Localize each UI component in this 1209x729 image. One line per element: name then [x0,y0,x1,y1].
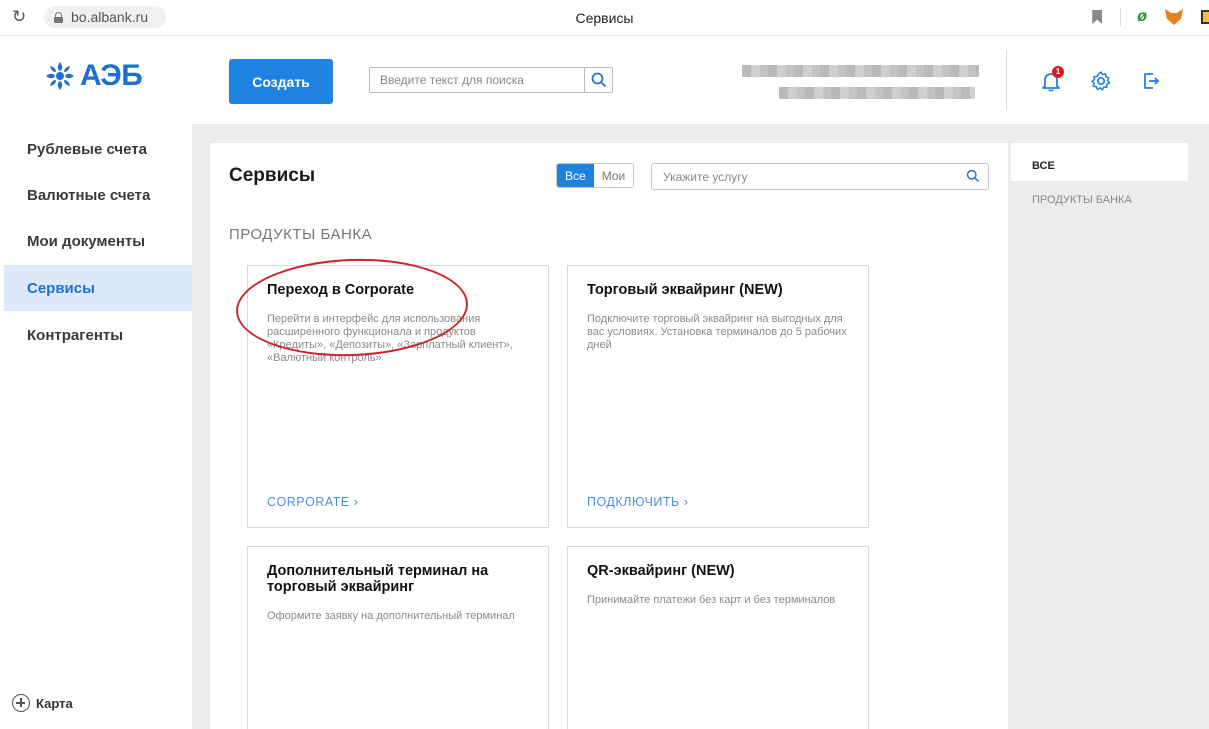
map-button[interactable]: Карта [12,694,73,712]
extension-leaf-icon[interactable]: ø [1137,8,1147,26]
create-button[interactable]: Создать [229,59,333,104]
settings-button[interactable] [1090,70,1112,92]
card-link-label: CORPORATE [267,495,350,509]
gear-icon [1091,71,1111,91]
card-title: Переход в Corporate [267,282,415,298]
card-description: Принимайте платежи без карт и без термин… [587,594,836,606]
user-name-redacted [742,65,979,77]
sidebar-item-currency-accounts[interactable]: Валютные счета [4,172,192,218]
category-bank-products[interactable]: ПРОДУКТЫ БАНКА [1032,194,1132,206]
bank-logo[interactable]: АЭБ [44,59,143,93]
filter-all-button[interactable]: Все [557,164,594,187]
connect-link[interactable]: ПОДКЛЮЧИТЬ › [587,495,688,509]
notifications-button[interactable]: 1 [1040,66,1064,92]
browser-toolbar: ↻ bo.albank.ru Сервисы ø [0,0,1209,36]
global-search-input[interactable] [370,68,585,92]
search-icon [591,72,606,88]
extension-fox-icon[interactable] [1165,9,1183,25]
extension-wallet-icon[interactable] [1201,10,1209,24]
card-description: Перейти в интерфейс для использования ра… [267,313,513,364]
logout-button[interactable] [1140,70,1162,92]
card-title: QR-эквайринг (NEW) [587,563,735,579]
card-title: Дополнительный терминал на торговый эква… [267,563,489,595]
category-all[interactable]: ВСЕ [1011,143,1188,181]
services-filter-toggle: Все Мои [556,163,635,188]
bookmark-icon[interactable] [1092,10,1103,24]
sidebar-item-services[interactable]: Сервисы [4,265,192,311]
card-description: Оформите заявку на дополнительный термин… [267,610,515,622]
global-search [369,67,613,93]
card-link-label: ПОДКЛЮЧИТЬ [587,495,680,509]
map-label: Карта [36,695,73,711]
filter-mine-button[interactable]: Мои [593,164,634,187]
card-title: Торговый эквайринг (NEW) [587,282,783,298]
global-search-button[interactable] [584,68,612,92]
service-card-acquiring[interactable]: Торговый эквайринг (NEW) Подключите торг… [567,265,869,528]
service-search-input[interactable] [652,164,952,189]
plus-circle-icon [12,694,30,712]
app-header: АЭБ Создать 1 [0,37,1209,124]
tab-title: Сервисы [575,10,634,26]
company-name-redacted [779,87,975,99]
service-card-qr-acquiring[interactable]: QR-эквайринг (NEW) Принимайте платежи бе… [567,546,869,729]
user-info-redacted [742,65,979,99]
chevron-right-icon: › [353,495,359,509]
header-divider [1006,49,1007,111]
corporate-link[interactable]: CORPORATE › [267,495,358,509]
card-description: Подключите торговый эквайринг на выгодны… [587,313,847,351]
search-icon[interactable] [966,169,980,183]
sidebar: Рублевые счета Валютные счета Мои докуме… [0,124,192,729]
service-card-corporate[interactable]: Переход в Corporate Перейти в интерфейс … [247,265,549,528]
service-search [651,163,989,190]
page-title: Сервисы [229,165,316,186]
logo-text: АЭБ [80,59,143,92]
sidebar-item-counterparties[interactable]: Контрагенты [4,312,192,358]
sidebar-item-my-documents[interactable]: Мои документы [4,218,192,264]
section-title: ПРОДУКТЫ БАНКА [229,226,373,243]
logout-icon [1144,73,1160,89]
notification-badge: 1 [1052,66,1064,78]
logo-mark-icon [46,62,74,90]
chevron-right-icon: › [683,495,689,509]
sidebar-item-rub-accounts[interactable]: Рублевые счета [4,126,192,172]
right-filter-panel [1020,124,1209,729]
service-card-extra-terminal[interactable]: Дополнительный терминал на торговый эква… [247,546,549,729]
toolbar-divider [1120,8,1122,26]
